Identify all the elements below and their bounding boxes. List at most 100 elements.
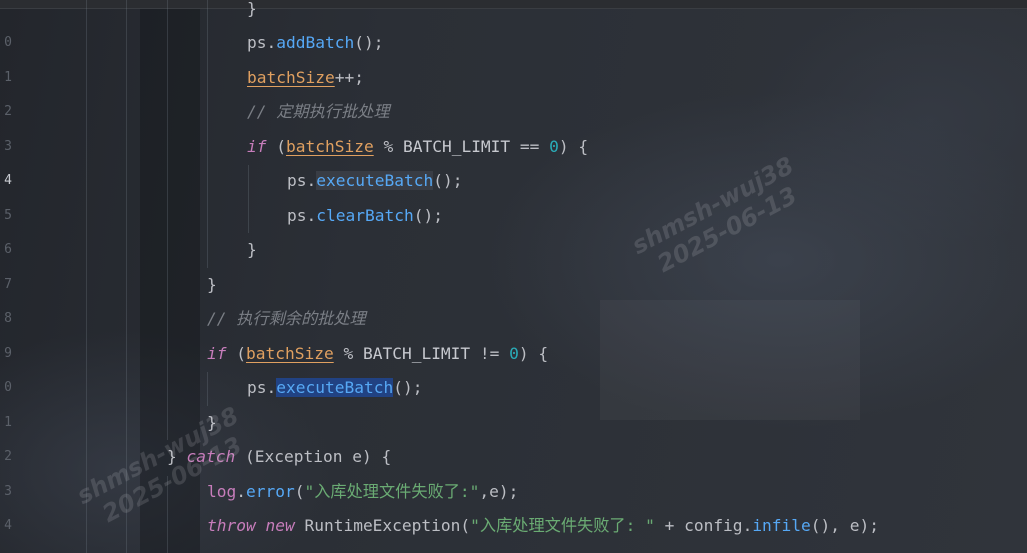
brace-token: } — [247, 240, 257, 259]
code-line-throw[interactable]: throw new RuntimeException("入库处理文件失败了: "… — [207, 509, 879, 543]
indent-guide — [167, 0, 168, 440]
string-token: "入库处理文件失败了:" — [304, 482, 480, 501]
constant-token: BATCH_LIMIT — [362, 344, 471, 363]
method-token-highlighted: executeBatch — [316, 171, 434, 190]
number-token: 0 — [509, 344, 519, 363]
line-number: 3 — [4, 139, 12, 154]
watermark-line: shmsh-wuj38 — [627, 151, 799, 260]
brace-token: } — [167, 447, 187, 466]
code-line-clear-batch[interactable]: ps.clearBatch(); — [287, 199, 443, 233]
dot-token: . — [266, 33, 277, 52]
line-number-gutter: 0 1 2 3 4 5 6 7 8 9 0 1 2 3 4 — [0, 0, 20, 553]
code-line-add-batch[interactable]: ps.addBatch(); — [247, 26, 383, 60]
constant-token: BATCH_LIMIT — [402, 137, 511, 156]
operator-token: % — [373, 137, 403, 156]
operator-token: != — [470, 344, 510, 363]
variable-token: batchSize — [247, 68, 335, 87]
keyword-token: throw — [207, 516, 256, 535]
method-token: clearBatch — [316, 206, 414, 225]
param-token: e — [342, 447, 362, 466]
code-line-log-error[interactable]: log.error("入库处理文件失败了:",e); — [207, 475, 518, 509]
indent-guide — [126, 0, 127, 553]
variable-token: batchSize — [246, 344, 334, 363]
punct-token: ) { — [361, 447, 392, 466]
code-line-if[interactable]: if (batchSize % BATCH_LIMIT == 0) { — [247, 130, 588, 164]
brace-token: } — [207, 275, 217, 294]
line-number: 7 — [4, 277, 12, 292]
receiver-token: log — [207, 482, 237, 501]
code-line-comment[interactable]: // 执行剩余的批处理 — [207, 302, 366, 336]
keyword-token: catch — [186, 447, 236, 466]
punct-token: (); — [393, 378, 423, 397]
line-number: 0 — [4, 380, 12, 395]
code-line-execute-batch-remaining[interactable]: ps.executeBatch(); — [247, 371, 422, 405]
indent-guide — [207, 0, 208, 268]
comment-token: // 执行剩余的批处理 — [207, 309, 366, 328]
punct-token: (); — [433, 171, 463, 190]
punct-token: ) { — [518, 344, 549, 363]
receiver-token: ps — [287, 171, 307, 190]
editor-top-edge — [0, 0, 1027, 9]
line-number: 5 — [4, 208, 12, 223]
punct-token: (), e); — [810, 516, 880, 535]
code-line-close-brace[interactable]: } — [207, 406, 217, 440]
background-wallpaper-shape — [600, 300, 860, 420]
code-line-catch[interactable]: } catch (Exception e) { — [167, 440, 391, 474]
line-number: 2 — [4, 104, 12, 119]
line-number: 6 — [4, 242, 12, 257]
punct-token: ( — [460, 516, 471, 535]
punct-token: ( — [235, 447, 255, 466]
keyword-token: if — [207, 344, 227, 363]
method-token: infile — [752, 516, 811, 535]
line-number: 9 — [4, 346, 12, 361]
line-number: 8 — [4, 311, 12, 326]
line-number: 2 — [4, 449, 12, 464]
operator-token: + — [654, 516, 685, 535]
receiver-token: config — [684, 516, 743, 535]
dot-token: . — [306, 206, 317, 225]
brace-token: } — [247, 0, 257, 18]
number-token: 0 — [549, 137, 559, 156]
receiver-token: ps — [247, 33, 267, 52]
code-line-close-brace[interactable]: } — [247, 233, 257, 267]
code-line-execute-batch[interactable]: ps.executeBatch(); — [287, 164, 462, 198]
indent-guide — [167, 476, 168, 553]
method-token: addBatch — [276, 33, 355, 52]
line-number-active: 4 — [4, 173, 12, 188]
code-line-close-brace[interactable]: } — [207, 268, 217, 302]
variable-token: batchSize — [286, 137, 374, 156]
receiver-token: ps — [287, 206, 307, 225]
dot-token: . — [236, 482, 246, 501]
punct-token: (); — [413, 206, 443, 225]
dot-token: . — [742, 516, 753, 535]
code-line-brace-top: } — [247, 0, 257, 26]
indent-guide — [86, 0, 87, 553]
punct-token: ( — [226, 344, 246, 363]
dot-token: . — [266, 378, 277, 397]
punct-token: ( — [266, 137, 286, 156]
indent-guide — [207, 372, 208, 406]
code-line-increment[interactable]: batchSize++; — [247, 61, 364, 95]
code-editor[interactable]: 0 1 2 3 4 5 6 7 8 9 0 1 2 3 4 } ps.addBa… — [0, 0, 1027, 553]
keyword-token: if — [247, 137, 267, 156]
line-number: 3 — [4, 484, 12, 499]
brace-token: } — [207, 413, 217, 432]
punct-token: ++; — [334, 68, 364, 87]
operator-token: == — [510, 137, 550, 156]
receiver-token: ps — [247, 378, 267, 397]
punct-token: (); — [354, 33, 384, 52]
operator-token: % — [333, 344, 363, 363]
watermark-line: 2025-06-13 — [652, 181, 802, 279]
line-number: 1 — [4, 70, 12, 85]
class-token: RuntimeException — [294, 516, 461, 535]
comment-token: // 定期执行批处理 — [247, 102, 390, 121]
line-number: 0 — [4, 35, 12, 50]
string-token: "入库处理文件失败了: " — [470, 516, 655, 535]
code-line-if-remaining[interactable]: if (batchSize % BATCH_LIMIT != 0) { — [207, 337, 548, 371]
punct-token: ,e); — [479, 482, 519, 501]
code-line-comment[interactable]: // 定期执行批处理 — [247, 95, 390, 129]
dot-token: . — [306, 171, 317, 190]
watermark: shmsh-wuj38 2025-06-13 — [627, 151, 811, 284]
method-token-selected: executeBatch — [276, 378, 394, 397]
class-token: Exception — [254, 447, 343, 466]
